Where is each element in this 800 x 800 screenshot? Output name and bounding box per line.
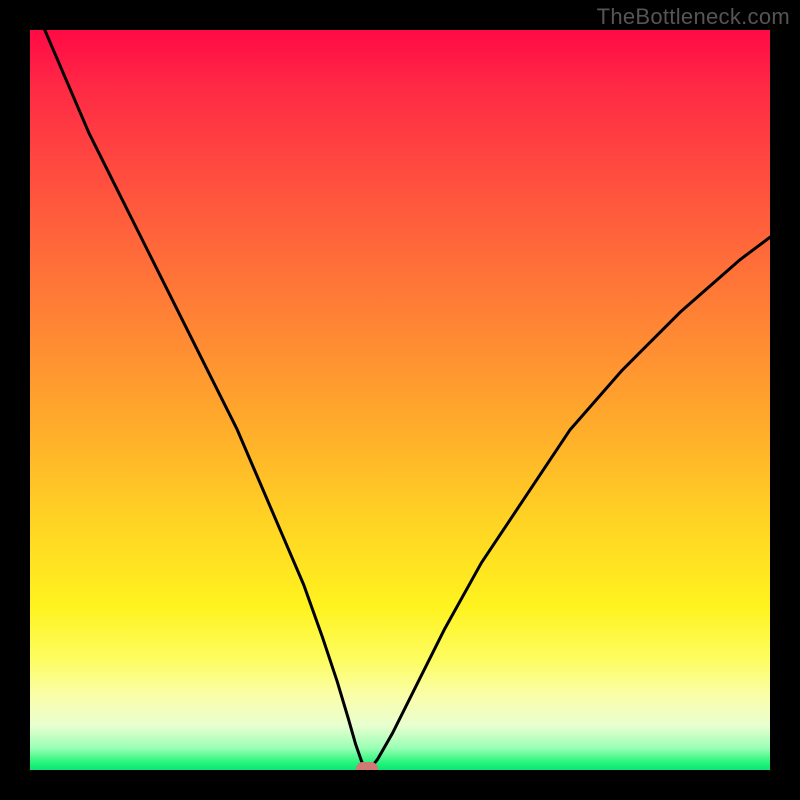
watermark-text: TheBottleneck.com xyxy=(597,4,790,30)
curve-layer xyxy=(30,30,770,770)
minimum-marker xyxy=(356,762,378,770)
chart-frame: TheBottleneck.com xyxy=(0,0,800,800)
bottleneck-curve-path xyxy=(45,30,770,769)
plot-area xyxy=(30,30,770,770)
